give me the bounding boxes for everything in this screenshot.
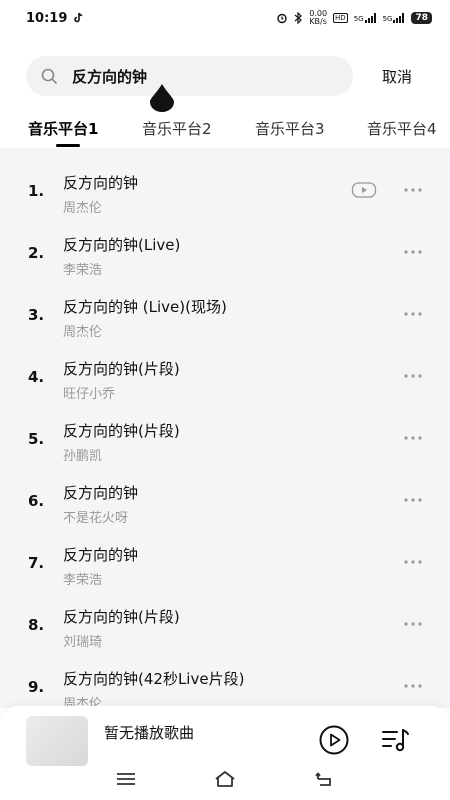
signal-icon bbox=[393, 13, 405, 23]
song-index: 9. bbox=[28, 678, 45, 696]
song-title: 反方向的钟(Live) bbox=[63, 236, 181, 254]
song-title: 反方向的钟 bbox=[63, 484, 139, 502]
song-index: 5. bbox=[28, 430, 45, 448]
song-title: 反方向的钟(42秒Live片段) bbox=[63, 670, 245, 688]
more-icon[interactable] bbox=[402, 496, 424, 504]
search-input[interactable]: 反方向的钟 bbox=[72, 66, 147, 87]
battery-indicator: 78 bbox=[411, 12, 432, 24]
list-item[interactable]: 7. 反方向的钟 李荣浩 bbox=[0, 534, 450, 596]
more-icon[interactable] bbox=[402, 248, 424, 256]
status-time: 10:19 bbox=[26, 10, 68, 26]
cancel-button[interactable]: 取消 bbox=[382, 66, 412, 87]
more-icon[interactable] bbox=[402, 434, 424, 442]
more-icon[interactable] bbox=[402, 558, 424, 566]
song-artist: 旺仔小乔 bbox=[63, 387, 116, 402]
song-index: 6. bbox=[28, 492, 45, 510]
song-title: 反方向的钟(片段) bbox=[63, 360, 180, 378]
list-item[interactable]: 4. 反方向的钟(片段) 旺仔小乔 bbox=[0, 348, 450, 410]
alarm-icon bbox=[277, 13, 287, 24]
tiktok-icon bbox=[74, 12, 83, 23]
bluetooth-icon bbox=[294, 12, 303, 24]
song-artist: 孙鹏凯 bbox=[63, 449, 103, 464]
status-bar: 10:19 0.00 KB/s HD 5G 5G 78 bbox=[0, 0, 450, 36]
list-item[interactable]: 2. 反方向的钟(Live) 李荣浩 bbox=[0, 224, 450, 286]
list-item[interactable]: 5. 反方向的钟(片段) 孙鹏凯 bbox=[0, 410, 450, 472]
list-item[interactable]: 3. 反方向的钟 (Live)(现场) 周杰伦 bbox=[0, 286, 450, 348]
play-icon[interactable] bbox=[318, 724, 350, 756]
tab-platform-2[interactable]: 音乐平台2 bbox=[142, 118, 212, 139]
song-list: 1. 反方向的钟 周杰伦 2. 反方向的钟(Live) 李荣浩 3. 反方向的钟… bbox=[0, 148, 450, 712]
net-speed: 0.00 KB/s bbox=[309, 9, 328, 26]
song-index: 1. bbox=[28, 182, 45, 200]
signal-2: 5G bbox=[383, 13, 406, 23]
song-index: 3. bbox=[28, 306, 45, 324]
song-title: 反方向的钟 (Live)(现场) bbox=[63, 298, 227, 316]
hd-badge: HD bbox=[333, 13, 348, 23]
song-artist: 周杰伦 bbox=[63, 201, 103, 216]
search-bar[interactable]: 反方向的钟 bbox=[26, 56, 353, 96]
system-nav-bar bbox=[0, 760, 450, 800]
song-index: 2. bbox=[28, 244, 45, 262]
song-artist: 李荣浩 bbox=[63, 263, 103, 278]
song-artist: 李荣浩 bbox=[63, 573, 103, 588]
more-icon[interactable] bbox=[402, 682, 424, 690]
tab-platform-1[interactable]: 音乐平台1 bbox=[28, 118, 98, 139]
now-playing-title: 暂无播放歌曲 bbox=[104, 724, 195, 742]
menu-icon[interactable] bbox=[114, 768, 138, 790]
list-item[interactable]: 1. 反方向的钟 周杰伦 bbox=[0, 162, 450, 224]
tab-platform-3[interactable]: 音乐平台3 bbox=[255, 118, 325, 139]
more-icon[interactable] bbox=[402, 186, 424, 194]
more-icon[interactable] bbox=[402, 372, 424, 380]
song-artist: 周杰伦 bbox=[63, 325, 103, 340]
song-title: 反方向的钟 bbox=[63, 174, 139, 192]
platform-tabs: 音乐平台1 音乐平台2 音乐平台3 音乐平台4 bbox=[0, 114, 450, 148]
playlist-icon[interactable] bbox=[381, 726, 411, 754]
video-icon[interactable] bbox=[351, 180, 377, 200]
album-art[interactable] bbox=[26, 716, 88, 766]
search-icon bbox=[41, 68, 57, 84]
back-icon[interactable] bbox=[313, 768, 337, 790]
list-item[interactable]: 6. 反方向的钟 不是花火呀 bbox=[0, 472, 450, 534]
more-icon[interactable] bbox=[402, 620, 424, 628]
text-cursor-handle[interactable] bbox=[150, 84, 174, 112]
song-title: 反方向的钟(片段) bbox=[63, 608, 180, 626]
song-title: 反方向的钟(片段) bbox=[63, 422, 180, 440]
song-index: 8. bbox=[28, 616, 45, 634]
more-icon[interactable] bbox=[402, 310, 424, 318]
signal-1: 5G bbox=[354, 13, 377, 23]
list-item[interactable]: 8. 反方向的钟(片段) 刘瑞琦 bbox=[0, 596, 450, 658]
song-artist: 刘瑞琦 bbox=[63, 635, 103, 650]
song-index: 7. bbox=[28, 554, 45, 572]
song-index: 4. bbox=[28, 368, 45, 386]
home-icon[interactable] bbox=[213, 768, 237, 790]
tab-platform-4[interactable]: 音乐平台4 bbox=[367, 118, 437, 139]
active-tab-indicator bbox=[56, 144, 80, 147]
song-artist: 不是花火呀 bbox=[63, 511, 129, 526]
song-title: 反方向的钟 bbox=[63, 546, 139, 564]
signal-icon bbox=[364, 13, 376, 23]
